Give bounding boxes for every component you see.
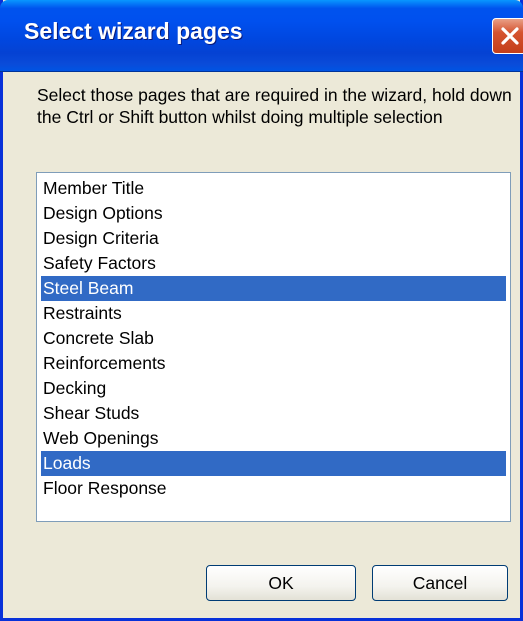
list-item[interactable]: Safety Factors <box>41 251 506 276</box>
list-item[interactable]: Reinforcements <box>41 351 506 376</box>
ok-button[interactable]: OK <box>206 565 356 601</box>
instructions-text: Select those pages that are required in … <box>37 85 512 127</box>
list-item[interactable]: Web Openings <box>41 426 506 451</box>
list-item[interactable]: Floor Response <box>41 476 506 501</box>
wizard-pages-listbox[interactable]: Member Title Design Options Design Crite… <box>36 172 511 522</box>
list-item[interactable]: Design Criteria <box>41 226 506 251</box>
list-item[interactable]: Steel Beam <box>41 276 506 301</box>
list-item[interactable]: Decking <box>41 376 506 401</box>
cancel-button[interactable]: Cancel <box>372 565 508 601</box>
title-bar[interactable]: Select wizard pages <box>0 0 523 72</box>
list-item[interactable]: Design Options <box>41 201 506 226</box>
wizard-pages-dialog: Select wizard pages Select those pages t… <box>0 0 523 621</box>
close-icon <box>501 27 519 45</box>
list-item[interactable]: Concrete Slab <box>41 326 506 351</box>
list-item[interactable]: Loads <box>41 451 506 476</box>
list-item[interactable]: Shear Studs <box>41 401 506 426</box>
dialog-title: Select wizard pages <box>24 18 243 44</box>
list-item[interactable]: Member Title <box>41 176 506 201</box>
list-item[interactable]: Restraints <box>41 301 506 326</box>
close-button[interactable] <box>492 18 523 54</box>
